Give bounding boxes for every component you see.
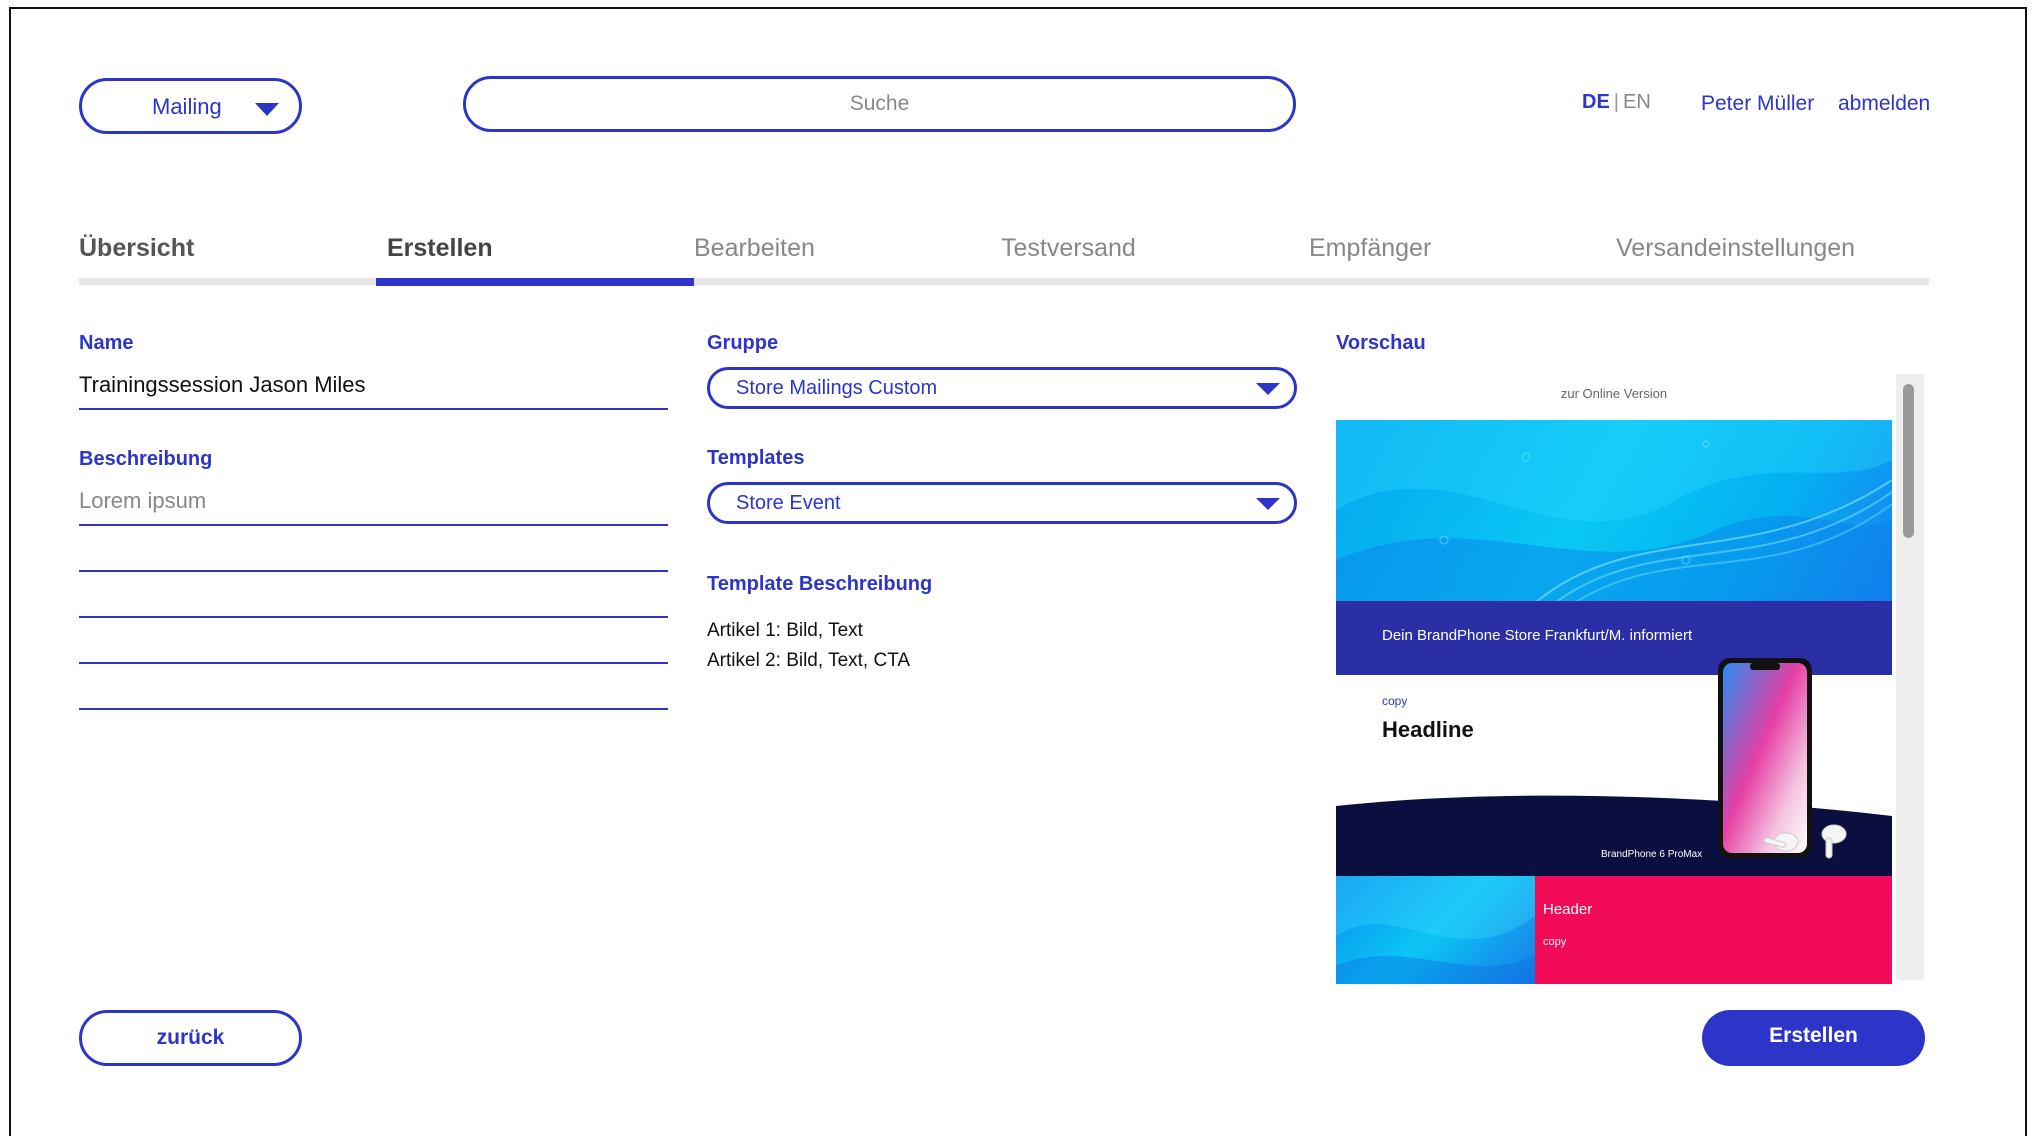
tab-erstellen[interactable]: Erstellen (387, 234, 493, 263)
tab-track (79, 278, 1929, 285)
back-button-label: zurück (156, 1026, 225, 1049)
chevron-down-icon (1256, 383, 1280, 395)
templates-label: Templates (707, 447, 805, 469)
mailing-select[interactable]: Mailing (79, 78, 302, 134)
template-description-label: Template Beschreibung (707, 573, 933, 595)
tab-bearbeiten[interactable]: Bearbeiten (694, 234, 815, 263)
description-line (79, 662, 668, 664)
tile-text-block: Header copy (1535, 876, 1892, 984)
product-name: BrandPhone 6 ProMax (1601, 849, 1703, 860)
description-field[interactable]: Lorem ipsum (79, 488, 206, 514)
templates-select[interactable]: Store Event (707, 482, 1297, 524)
description-label: Beschreibung (79, 448, 213, 470)
hero-image (1336, 420, 1892, 602)
preview-headline: Headline (1382, 717, 1474, 742)
chevron-down-icon (255, 103, 279, 116)
store-info-text: Dein BrandPhone Store Frankfurt/M. infor… (1382, 627, 1693, 644)
description-line (79, 708, 668, 710)
name-field[interactable]: Trainingssession Jason Miles (79, 372, 366, 398)
templates-select-value: Store Event (736, 492, 841, 514)
logout-link[interactable]: abmelden (1838, 92, 1930, 116)
group-select[interactable]: Store Mailings Custom (707, 367, 1297, 409)
chevron-down-icon (1256, 498, 1280, 510)
preview-label: Vorschau (1336, 332, 1426, 354)
lang-separator: | (1613, 91, 1619, 113)
create-button-label: Erstellen (1769, 1024, 1858, 1047)
tab-testversand[interactable]: Testversand (1001, 234, 1136, 263)
tab-active-indicator (376, 278, 694, 286)
create-button[interactable]: Erstellen (1702, 1010, 1925, 1066)
online-version-link[interactable]: zur Online Version (1336, 386, 1892, 401)
tab-versandeinstellungen[interactable]: Versandeinstellungen (1616, 234, 1855, 263)
tab-empfaenger[interactable]: Empfänger (1309, 234, 1431, 263)
description-line (79, 524, 668, 526)
language-switch: DE | EN (1582, 91, 1651, 114)
group-select-value: Store Mailings Custom (736, 377, 938, 399)
lang-de[interactable]: DE (1582, 91, 1610, 113)
tab-uebersicht[interactable]: Übersicht (79, 234, 194, 263)
description-line (79, 570, 668, 572)
description-line (79, 616, 668, 618)
earbuds-image (1763, 824, 1847, 859)
preview-copy-label: copy (1382, 694, 1408, 708)
group-label: Gruppe (707, 332, 779, 354)
search-placeholder: Suche (849, 92, 910, 115)
back-button[interactable]: zurück (79, 1010, 302, 1066)
lang-en[interactable]: EN (1623, 91, 1651, 113)
wave-graphic (1336, 420, 1892, 602)
tile-image (1336, 876, 1535, 984)
tile-copy: copy (1543, 936, 1567, 948)
template-description-line: Artikel 1: Bild, Text (707, 620, 863, 641)
name-label: Name (79, 332, 134, 354)
tile-header: Header (1543, 901, 1593, 918)
name-field-underline (79, 408, 668, 410)
preview-scrollbar-thumb[interactable] (1903, 384, 1914, 538)
mail-preview: zur Online Version Dein BrandPhone Store… (1336, 374, 1924, 984)
template-description-line: Artikel 2: Bild, Text, CTA (707, 650, 911, 671)
wave-graphic (1336, 876, 1535, 984)
mailing-select-label: Mailing (152, 94, 222, 119)
search-input[interactable]: Suche (463, 76, 1296, 132)
user-name-link[interactable]: Peter Müller (1701, 92, 1814, 116)
